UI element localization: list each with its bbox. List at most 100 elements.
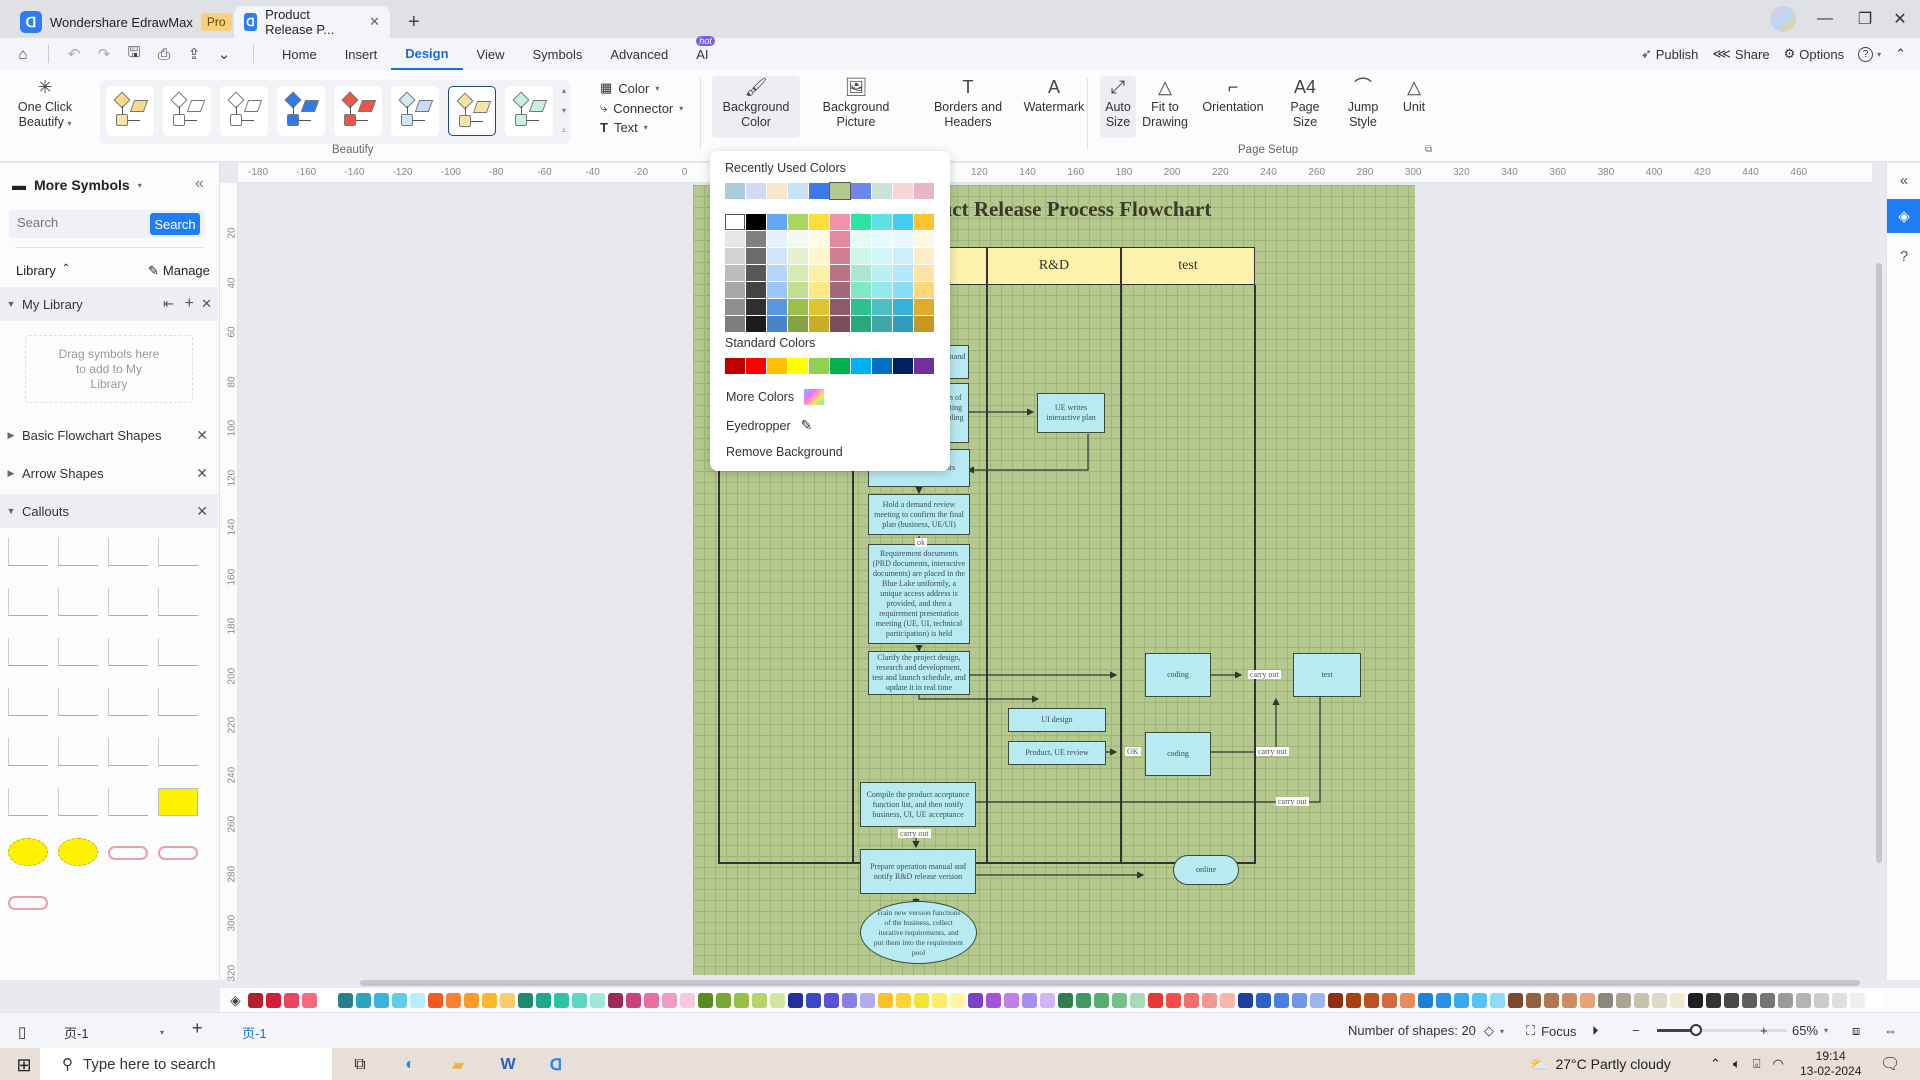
shade-color-swatch[interactable]	[809, 231, 829, 247]
shade-color-swatch[interactable]	[893, 265, 913, 281]
callout-shape[interactable]	[8, 788, 48, 816]
palette-color-chip[interactable]	[1633, 992, 1649, 1008]
standard-color-swatch[interactable]	[746, 358, 766, 374]
export-icon[interactable]: ⇪	[179, 45, 209, 63]
edge-label-ok[interactable]: OK	[1125, 747, 1141, 756]
callout-shape[interactable]	[158, 588, 198, 616]
more-colors-button[interactable]: More Colors	[726, 389, 825, 405]
weather-widget[interactable]: ⛅ 27°C Partly cloudy	[1530, 1056, 1671, 1073]
jump-style-button[interactable]: ⌒ Jump Style	[1338, 76, 1388, 138]
node-clarify-schedule[interactable]: Clarify the project design, research and…	[868, 651, 970, 695]
node-operation-manual[interactable]: Prepare operation manual and notify R&D …	[860, 849, 976, 894]
palette-color-chip[interactable]	[823, 992, 839, 1008]
palette-color-chip[interactable]	[1867, 992, 1883, 1008]
shade-color-swatch[interactable]	[746, 265, 766, 281]
palette-color-chip[interactable]	[1759, 992, 1775, 1008]
zoom-level-dropdown[interactable]: 65% ▾	[1792, 1023, 1828, 1038]
callout-shape[interactable]	[108, 846, 148, 860]
close-tab-icon[interactable]: ✕	[369, 14, 380, 30]
wifi-icon[interactable]: ◠	[1773, 1056, 1784, 1072]
fit-page-icon[interactable]: ⧈	[1852, 1023, 1860, 1039]
remove-background-button[interactable]: Remove Background	[726, 445, 843, 459]
shade-color-swatch[interactable]	[788, 248, 808, 264]
fit-to-drawing-button[interactable]: △ Fit to Drawing	[1140, 76, 1190, 138]
shade-color-swatch[interactable]	[872, 248, 892, 264]
callout-shape[interactable]	[8, 838, 48, 866]
theme-style-4[interactable]	[277, 86, 325, 136]
theme-color-swatch[interactable]	[809, 214, 829, 230]
shade-color-swatch[interactable]	[809, 299, 829, 315]
standard-color-swatch[interactable]	[809, 358, 829, 374]
menu-symbols[interactable]: Symbols	[519, 38, 597, 70]
shade-color-swatch[interactable]	[767, 248, 787, 264]
palette-color-chip[interactable]	[1255, 992, 1271, 1008]
fit-width-icon[interactable]: ⇔	[1884, 1023, 1897, 1038]
shade-color-swatch[interactable]	[746, 231, 766, 247]
node-online[interactable]: online	[1173, 855, 1239, 885]
palette-color-chip[interactable]	[1507, 992, 1523, 1008]
shade-color-swatch[interactable]	[746, 282, 766, 298]
theme-color-swatch[interactable]	[893, 214, 913, 230]
manage-button[interactable]: ✎ Manage	[148, 263, 210, 279]
menu-advanced[interactable]: Advanced	[596, 38, 682, 70]
palette-color-chip[interactable]	[1831, 992, 1847, 1008]
recent-color-swatch[interactable]	[746, 183, 766, 199]
node-coding-1[interactable]: coding	[1145, 653, 1211, 697]
file-explorer-icon[interactable]: ▰	[438, 1051, 478, 1079]
shade-color-swatch[interactable]	[725, 316, 745, 332]
shade-color-swatch[interactable]	[872, 316, 892, 332]
recent-color-swatch[interactable]	[829, 182, 851, 200]
palette-color-chip[interactable]	[1327, 992, 1343, 1008]
palette-color-chip[interactable]	[1147, 992, 1163, 1008]
node-demand-review[interactable]: Hold a demand review meeting to confirm …	[868, 494, 970, 535]
shade-color-swatch[interactable]	[809, 316, 829, 332]
shade-color-swatch[interactable]	[851, 231, 871, 247]
theme-color-swatch[interactable]	[872, 214, 892, 230]
print-icon[interactable]: ⎙	[149, 46, 179, 63]
theme-style-6[interactable]	[391, 86, 439, 136]
palette-color-chip[interactable]	[1381, 992, 1397, 1008]
node-ue-interactive-plan[interactable]: UE writes interactive plan	[1037, 393, 1105, 433]
callout-shape[interactable]	[58, 838, 98, 866]
windows-start-icon[interactable]: ⊞	[4, 1051, 44, 1079]
recent-color-swatch[interactable]	[767, 183, 787, 199]
palette-color-chip[interactable]	[391, 992, 407, 1008]
palette-color-chip[interactable]	[1345, 992, 1361, 1008]
standard-color-swatch[interactable]	[788, 358, 808, 374]
palette-color-chip[interactable]	[751, 992, 767, 1008]
shade-color-swatch[interactable]	[725, 248, 745, 264]
palette-color-chip[interactable]	[985, 992, 1001, 1008]
section-basic-flowchart[interactable]: ▶ Basic Flowchart Shapes ✕	[0, 418, 218, 452]
help-circle-icon[interactable]: ?	[1887, 239, 1920, 273]
borders-and-headers-button[interactable]: T Borders and Headers	[918, 76, 1018, 138]
callout-shape[interactable]	[108, 588, 148, 616]
palette-color-chip[interactable]	[877, 992, 893, 1008]
palette-color-chip[interactable]	[1039, 992, 1055, 1008]
palette-color-chip[interactable]	[607, 992, 623, 1008]
shade-color-swatch[interactable]	[830, 265, 850, 281]
palette-color-chip[interactable]	[1435, 992, 1451, 1008]
palette-color-chip[interactable]	[283, 992, 299, 1008]
customize-toolbar-icon[interactable]: ⌄	[209, 45, 239, 63]
help-button[interactable]: ? ▾	[1858, 46, 1881, 62]
palette-color-chip[interactable]	[769, 992, 785, 1008]
palette-color-chip[interactable]	[895, 992, 911, 1008]
node-coding-2[interactable]: coding	[1145, 732, 1211, 776]
zoom-slider-handle[interactable]	[1690, 1024, 1702, 1036]
callout-shape[interactable]	[8, 588, 48, 616]
theme-color-swatch[interactable]	[851, 214, 871, 230]
callout-shape[interactable]	[8, 738, 48, 766]
palette-color-chip[interactable]	[967, 992, 983, 1008]
shade-color-swatch[interactable]	[893, 299, 913, 315]
palette-color-chip[interactable]	[1579, 992, 1595, 1008]
shade-color-swatch[interactable]	[893, 231, 913, 247]
theme-style-3[interactable]	[220, 86, 268, 136]
taskbar-search[interactable]: ⚲ Type here to search	[40, 1048, 332, 1080]
callout-shape[interactable]	[108, 638, 148, 666]
search-button[interactable]: Search	[150, 213, 200, 235]
callout-shape[interactable]	[158, 638, 198, 666]
page-setup-launcher-icon[interactable]: ⧉	[1425, 144, 1432, 155]
palette-color-chip[interactable]	[1615, 992, 1631, 1008]
undo-icon[interactable]: ↶	[59, 45, 89, 63]
standard-color-swatch[interactable]	[851, 358, 871, 374]
